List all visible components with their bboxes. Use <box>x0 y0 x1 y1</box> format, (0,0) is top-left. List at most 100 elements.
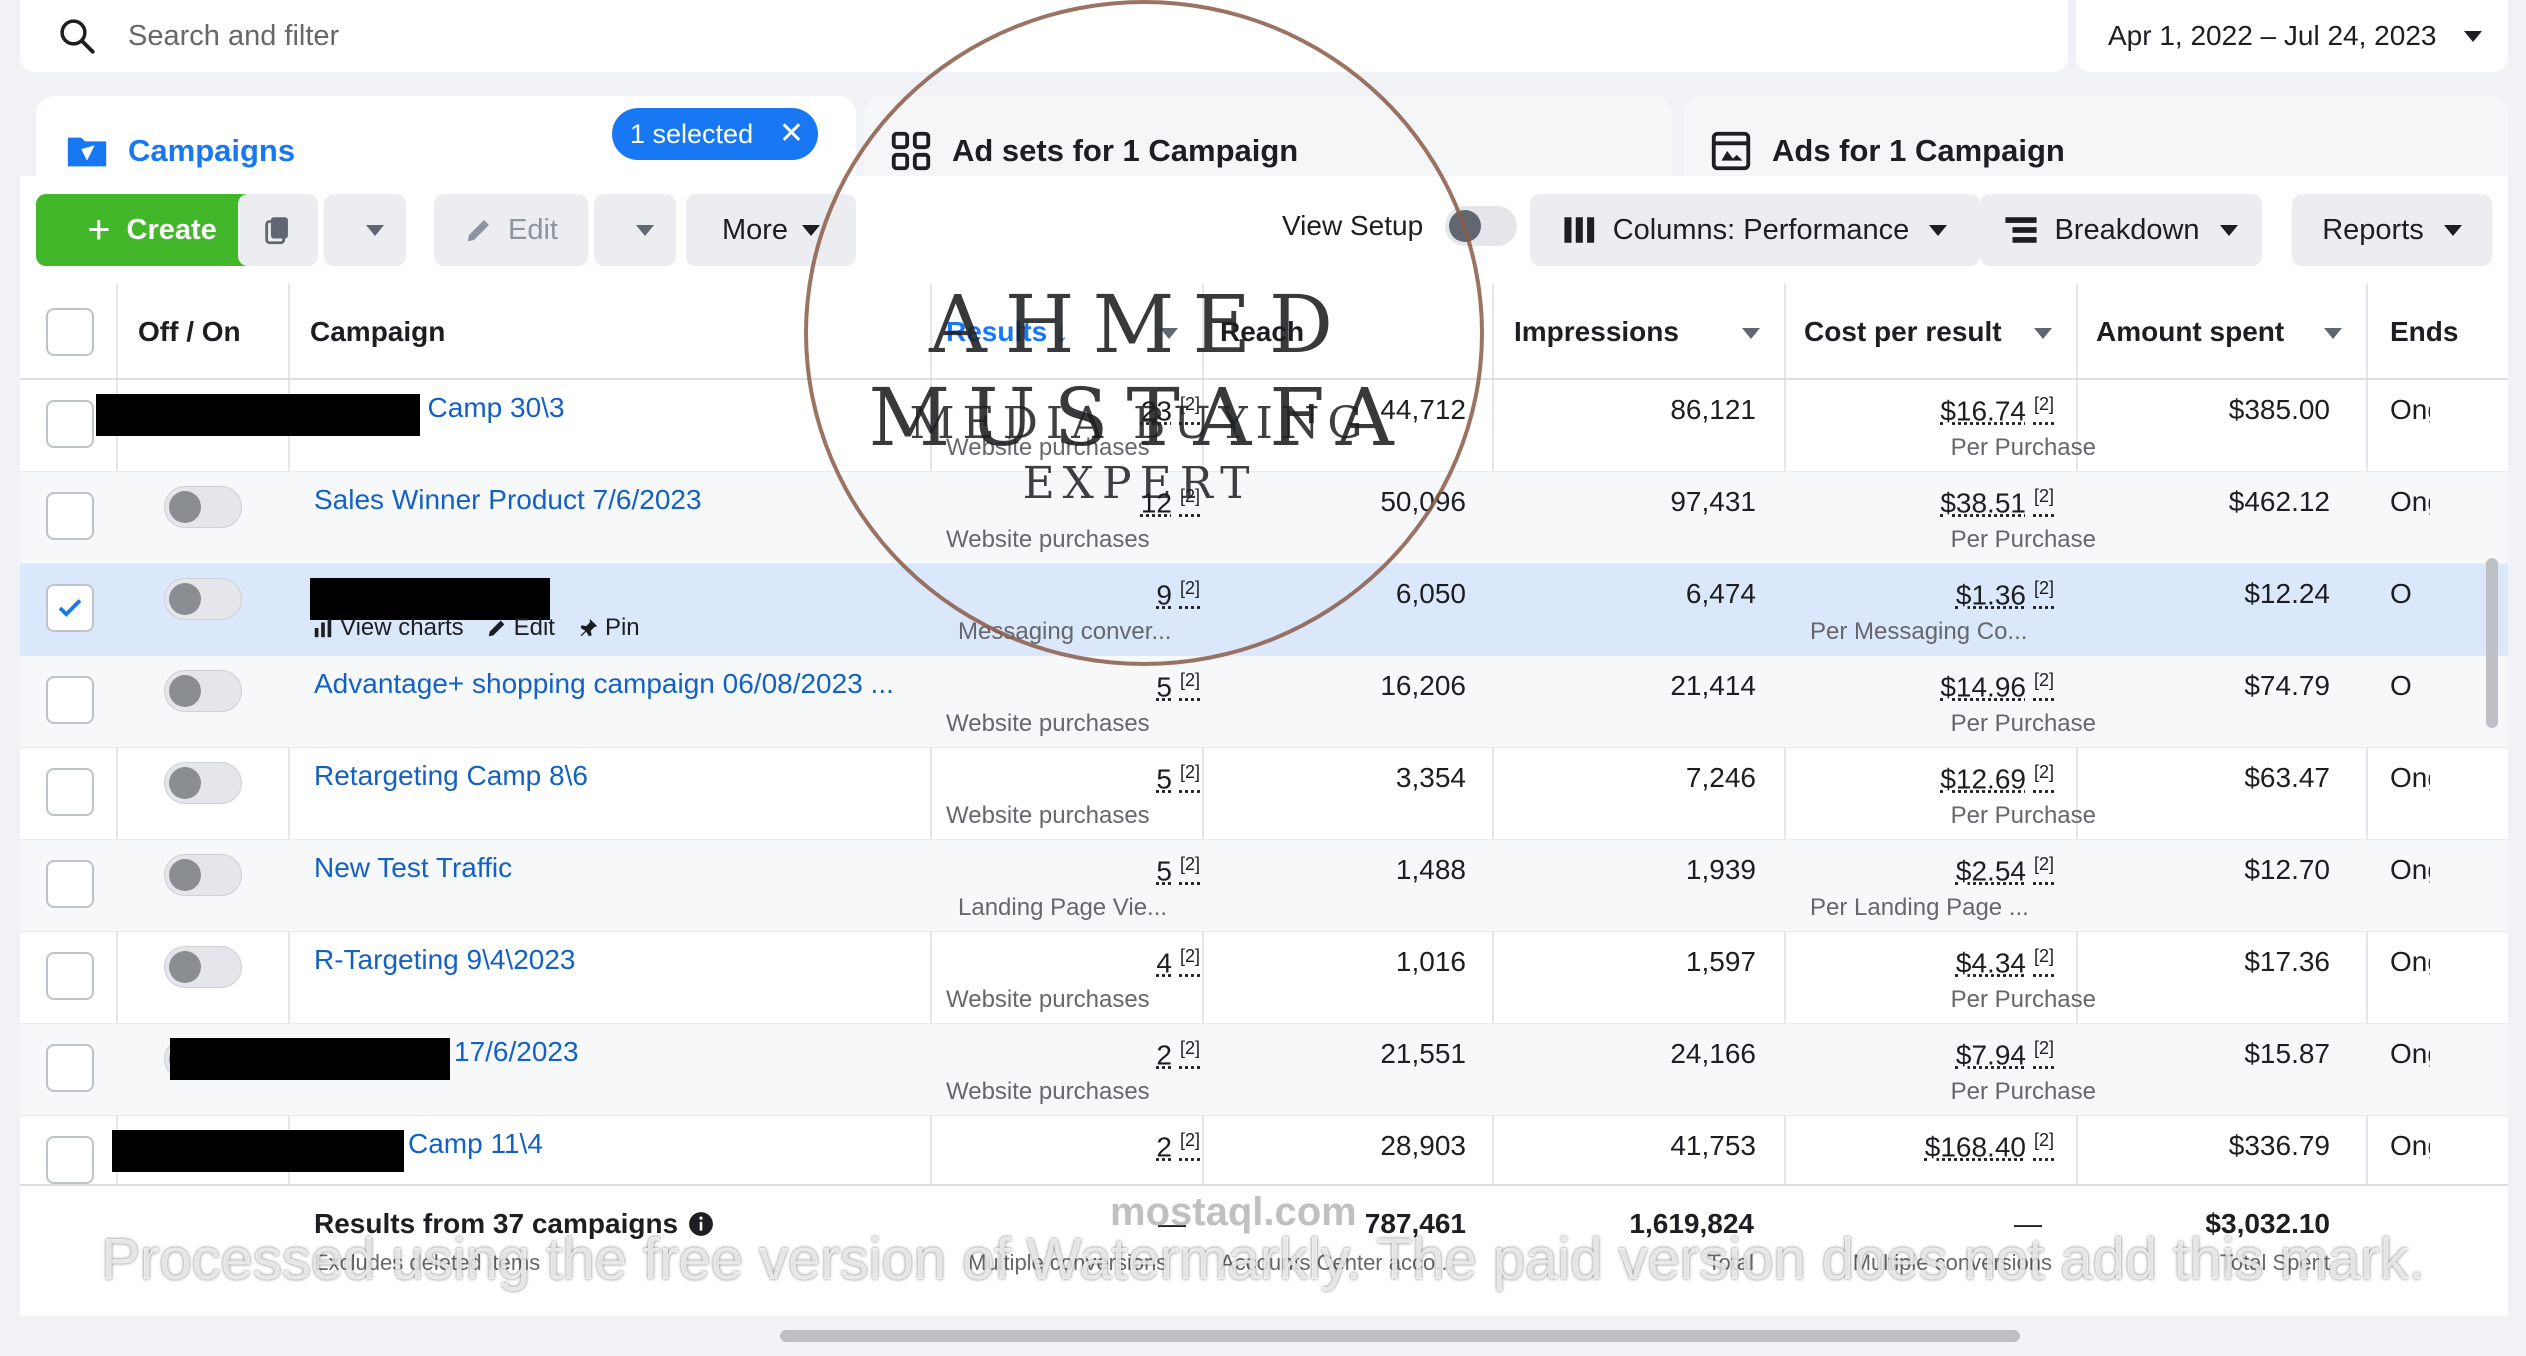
campaign-name-link[interactable]: New Test Traffic <box>314 852 512 884</box>
chevron-down-icon <box>2219 224 2238 236</box>
date-range-picker[interactable]: Apr 1, 2022 – Jul 24, 2023 <box>2076 0 2508 72</box>
redaction-bar <box>96 394 420 436</box>
campaign-toggle[interactable] <box>164 854 242 896</box>
toolbar: + Create Edit More View Setup Columns: P… <box>20 176 2508 284</box>
results-value[interactable]: 2 [2] <box>1156 1130 1200 1163</box>
duplicate-icon <box>265 217 288 245</box>
cost-per-result-value[interactable]: $38.51 [2] <box>1940 486 2054 519</box>
table-row[interactable]: Advantage+ shopping campaign 06/08/2023 … <box>20 656 2508 748</box>
view-charts-action[interactable]: View charts <box>312 614 464 642</box>
watermark-subtitle-2: EXPERT <box>1022 458 1258 509</box>
cost-per-result-value[interactable]: $12.69 [2] <box>1940 762 2054 795</box>
watermark-banner: Processed using the free version of Wate… <box>101 1227 2425 1292</box>
results-value[interactable]: 2 [2] <box>1156 1038 1200 1071</box>
pin-action[interactable]: Pin <box>577 614 640 642</box>
edit-dropdown[interactable] <box>594 194 676 266</box>
impressions-value: 97,431 <box>1670 486 1756 517</box>
create-button[interactable]: + Create <box>36 194 268 266</box>
reach-value: 1,488 <box>1395 854 1466 885</box>
campaign-name-link[interactable]: Retargeting Camp 8\6 <box>314 760 588 792</box>
cost-per-result-value[interactable]: $7.94 [2] <box>1956 1038 2054 1071</box>
select-all-checkbox[interactable] <box>46 308 94 356</box>
breakdown-label: Breakdown <box>2054 213 2200 246</box>
search-input[interactable]: Search and filter <box>20 0 2068 72</box>
more-label: More <box>721 213 789 246</box>
row-checkbox[interactable] <box>46 676 94 724</box>
results-value[interactable]: 5 [2] <box>1156 762 1200 795</box>
footnote-marker: [2] <box>1179 578 1200 598</box>
row-checkbox[interactable] <box>46 400 94 448</box>
campaign-toggle[interactable] <box>164 946 242 988</box>
campaign-name-link[interactable]: 17/6/2023 <box>454 1036 579 1068</box>
table-row[interactable]: View charts Edit Pin 9 [2] Messaging conve… <box>20 564 2508 656</box>
results-value[interactable]: 5 [2] <box>1156 854 1200 887</box>
cost-number: $4.34 <box>1955 947 2026 979</box>
edit-button[interactable]: Edit <box>434 194 588 266</box>
cost-per-result-value[interactable]: $14.96 [2] <box>1940 670 2054 703</box>
view-charts-label: View charts <box>340 614 464 641</box>
amount-spent-value: $17.36 <box>2244 946 2330 977</box>
header-cost-per-result[interactable]: Cost per result <box>1804 284 2076 380</box>
campaign-name-link[interactable]: Camp 11\4 <box>408 1128 543 1160</box>
row-checkbox[interactable] <box>46 1136 94 1184</box>
campaign-name-link[interactable]: t Camp 30\3 <box>412 392 565 424</box>
cost-type: Per Purchase <box>1950 710 2096 737</box>
row-checkbox[interactable] <box>46 952 94 1000</box>
impressions-value: 41,753 <box>1670 1130 1756 1161</box>
close-icon[interactable]: ✕ <box>779 119 804 149</box>
header-campaign[interactable]: Campaign <box>310 284 445 380</box>
row-checkbox[interactable] <box>46 768 94 816</box>
results-value[interactable]: 5 [2] <box>1156 670 1200 703</box>
row-checkbox[interactable] <box>46 492 94 540</box>
amount-spent-value: $385.00 <box>2228 394 2330 425</box>
campaign-name-link[interactable]: R-Targeting 9\4\2023 <box>314 944 576 976</box>
table-row[interactable]: Retargeting Camp 8\6 5 [2] Website purchase… <box>20 748 2508 840</box>
duplicate-dropdown[interactable] <box>324 194 406 266</box>
row-checkbox[interactable] <box>46 584 94 632</box>
breakdown-icon <box>2005 217 2038 243</box>
header-off-on[interactable]: Off / On <box>138 284 241 380</box>
results-value[interactable]: 4 [2] <box>1156 946 1200 979</box>
campaign-toggle[interactable] <box>164 762 242 804</box>
cost-type: Per Purchase <box>1950 1078 2096 1105</box>
table-row[interactable]: New Test Traffic 5 [2] Landing Page Vie... 1… <box>20 840 2508 932</box>
row-checkbox[interactable] <box>46 860 94 908</box>
campaign-name-link[interactable]: Advantage+ shopping campaign 06/08/2023 … <box>314 668 894 700</box>
campaign-toggle[interactable] <box>164 670 242 712</box>
vertical-scrollbar[interactable] <box>2486 558 2498 728</box>
cost-per-result-value[interactable]: $1.36 [2] <box>1956 578 2054 611</box>
cost-per-result-value[interactable]: $168.40 [2] <box>1925 1130 2054 1163</box>
create-label: Create <box>126 213 217 246</box>
cost-per-result-value[interactable]: $16.74 [2] <box>1940 394 2054 427</box>
campaign-toggle[interactable] <box>164 578 242 620</box>
row-actions: View charts Edit Pin <box>312 614 640 642</box>
reports-button[interactable]: Reports <box>2292 194 2492 266</box>
selection-pill[interactable]: 1 selected ✕ <box>612 108 818 160</box>
footnote-marker: [2] <box>2033 762 2054 782</box>
folder-icon <box>67 137 107 167</box>
table-row[interactable]: 17/6/2023 2 [2] Website purchases 21,551 24,1… <box>20 1024 2508 1116</box>
more-button[interactable]: More <box>686 194 856 266</box>
cost-type: Per Purchase <box>1950 802 2096 829</box>
breakdown-button[interactable]: Breakdown <box>1980 194 2262 266</box>
horizontal-scrollbar[interactable] <box>780 1330 2020 1342</box>
campaign-name-link[interactable]: Sales Winner Product 7/6/2023 <box>314 484 702 516</box>
duplicate-button[interactable] <box>238 194 318 266</box>
header-ends[interactable]: Ends <box>2390 284 2458 380</box>
cost-per-result-value[interactable]: $2.54 [2] <box>1956 854 2054 887</box>
results-value[interactable]: 9 [2] <box>1156 578 1200 611</box>
row-checkbox[interactable] <box>46 1044 94 1092</box>
impressions-value: 1,597 <box>1685 946 1756 977</box>
toggle-switch[interactable] <box>1445 206 1518 246</box>
edit-action[interactable]: Edit <box>486 614 555 642</box>
results-number: 5 <box>1156 855 1172 887</box>
search-icon <box>60 19 95 54</box>
header-amount-spent[interactable]: Amount spent <box>2096 284 2366 380</box>
view-setup-toggle[interactable]: View Setup <box>1282 206 1518 246</box>
header-spent-label: Amount spent <box>2096 316 2285 347</box>
cost-per-result-value[interactable]: $4.34 [2] <box>1956 946 2054 979</box>
campaign-toggle[interactable] <box>164 486 242 528</box>
grid-icon <box>891 131 931 171</box>
table-row[interactable]: R-Targeting 9\4\2023 4 [2] Website purchase… <box>20 932 2508 1024</box>
columns-button[interactable]: Columns: Performance <box>1530 194 1980 266</box>
